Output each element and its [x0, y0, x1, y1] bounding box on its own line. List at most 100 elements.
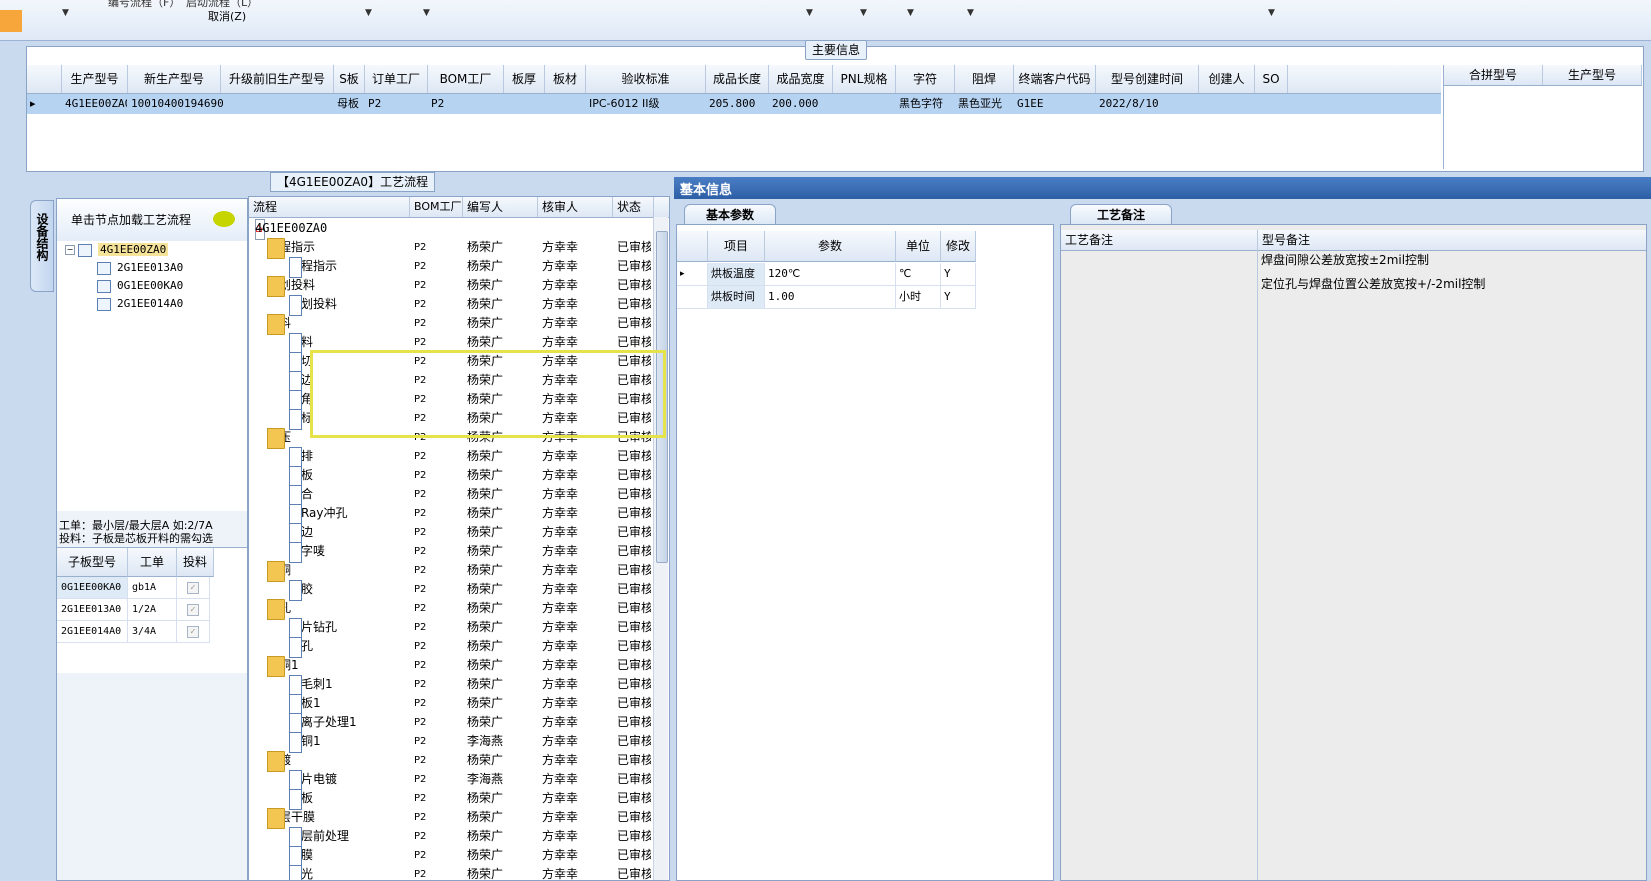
process-reviewer[interactable]: 方幸幸 [542, 599, 578, 618]
process-reviewer[interactable]: 方幸幸 [542, 295, 578, 314]
process-row[interactable]: −流程指示 P2 杨荣广 方幸幸 已审核 [249, 238, 651, 259]
process-status[interactable]: 已审核 [617, 504, 651, 523]
cell[interactable]: 2022/8/10 [1096, 94, 1199, 114]
chevron-down-icon[interactable]: ▼ [62, 8, 69, 18]
process-status[interactable]: 已审核 [617, 485, 651, 504]
sub-model-cell[interactable]: 2G1EE013A0 [57, 599, 128, 621]
process-writer[interactable]: 杨荣广 [467, 485, 503, 504]
param-unit[interactable]: 小时 [896, 286, 941, 309]
process-status[interactable]: 已审核 [617, 580, 651, 599]
process-step-node[interactable]: 烘板1 [289, 694, 321, 715]
process-status[interactable]: 已审核 [617, 542, 651, 561]
col-header[interactable]: 字符 [896, 65, 955, 93]
col-header[interactable]: 工艺备注 [1061, 230, 1257, 251]
process-row[interactable]: −外层干膜 P2 杨荣广 方幸幸 已审核 [249, 808, 651, 829]
process-bom[interactable]: P2 [414, 580, 426, 599]
process-reviewer[interactable]: 方幸幸 [542, 618, 578, 637]
process-reviewer[interactable]: 方幸幸 [542, 732, 578, 751]
cell[interactable]: IPC-6012 II级 [586, 94, 707, 114]
cell[interactable] [545, 94, 588, 114]
process-step-node[interactable]: 等离子处理1 [289, 713, 357, 734]
process-bom[interactable]: P2 [414, 466, 426, 485]
cell[interactable]: G1EE [1014, 94, 1097, 114]
process-reviewer[interactable]: 方幸幸 [542, 846, 578, 865]
process-status[interactable]: 已审核 [617, 732, 651, 751]
process-writer[interactable]: 杨荣广 [467, 808, 503, 827]
process-bom[interactable]: P2 [414, 276, 426, 295]
sub-model-cell[interactable]: 2G1EE014A0 [57, 621, 128, 643]
process-bom[interactable]: P2 [414, 694, 426, 713]
chevron-down-icon[interactable]: ▼ [860, 8, 867, 18]
process-writer[interactable]: 杨荣广 [467, 713, 503, 732]
process-reviewer[interactable]: 方幸幸 [542, 637, 578, 656]
tab-basic-params[interactable]: 基本参数 [684, 204, 776, 225]
chevron-down-icon[interactable]: ▼ [423, 8, 430, 18]
col-header[interactable]: 阻焊 [955, 65, 1014, 93]
cell[interactable] [221, 94, 334, 114]
col-header[interactable]: 子板型号 [57, 548, 128, 577]
process-bom[interactable]: P2 [414, 827, 426, 846]
process-bom[interactable]: P2 [414, 257, 426, 276]
col-header[interactable]: 成品宽度 [769, 65, 833, 93]
process-writer[interactable]: 杨荣广 [467, 314, 503, 333]
process-writer[interactable]: 杨荣广 [467, 694, 503, 713]
process-row[interactable]: 流程指示 P2 杨荣广 方幸幸 已审核 [249, 257, 651, 278]
cell[interactable] [1199, 94, 1257, 114]
cell[interactable]: 4G1EE00ZA0 [62, 94, 127, 114]
col-header[interactable]: 参数 [765, 231, 896, 262]
process-row[interactable]: −开料 P2 杨荣广 方幸幸 已审核 [249, 314, 651, 335]
process-step-node[interactable]: 钻孔 [289, 637, 313, 658]
process-status[interactable]: 已审核 [617, 295, 651, 314]
col-header[interactable]: 单位 [896, 231, 941, 262]
process-reviewer[interactable]: 方幸幸 [542, 751, 578, 770]
process-step-node[interactable]: 压合 [289, 485, 313, 506]
process-row[interactable]: 贴膜 P2 杨荣广 方幸幸 已审核 [249, 846, 651, 867]
chevron-down-icon[interactable]: ▼ [907, 8, 914, 18]
process-status[interactable]: 已审核 [617, 656, 651, 675]
process-bom[interactable]: P2 [414, 542, 426, 561]
chevron-down-icon[interactable]: ▼ [967, 8, 974, 18]
process-bom[interactable]: P2 [414, 637, 426, 656]
process-writer[interactable]: 杨荣广 [467, 542, 503, 561]
process-writer[interactable]: 杨荣广 [467, 618, 503, 637]
process-reviewer[interactable]: 方幸幸 [542, 276, 578, 295]
tree-node[interactable]: 2G1EE013A0 [97, 259, 183, 277]
col-header[interactable]: 型号备注 [1258, 230, 1646, 251]
process-reviewer[interactable]: 方幸幸 [542, 580, 578, 599]
process-status[interactable]: 已审核 [617, 808, 651, 827]
process-status[interactable]: 已审核 [617, 789, 651, 808]
model-note[interactable]: 定位孔与焊盘位置公差放宽按+/-2mil控制 [1261, 275, 1485, 292]
tree-node[interactable]: 0G1EE00KA0 [97, 277, 183, 295]
col-header[interactable]: 状态 [613, 197, 654, 217]
chevron-down-icon[interactable]: ▼ [806, 8, 813, 18]
process-status[interactable]: 已审核 [617, 618, 651, 637]
col-header[interactable]: 订单工厂 [365, 65, 428, 93]
process-status[interactable]: 已审核 [617, 713, 651, 732]
vertical-scrollbar[interactable] [653, 217, 668, 880]
process-row[interactable]: −电镀 P2 杨荣广 方幸幸 已审核 [249, 751, 651, 772]
process-bom[interactable]: P2 [414, 523, 426, 542]
process-row[interactable]: 压合 P2 杨荣广 方幸幸 已审核 [249, 485, 651, 506]
process-reviewer[interactable]: 方幸幸 [542, 447, 578, 466]
process-bom[interactable]: P2 [414, 485, 426, 504]
process-step-node[interactable]: 磨板 [289, 789, 313, 810]
process-writer[interactable]: 李海燕 [467, 770, 503, 789]
process-writer[interactable]: 杨荣广 [467, 466, 503, 485]
process-row[interactable]: −沉铜1 P2 杨荣广 方幸幸 已审核 [249, 656, 651, 677]
process-bom[interactable]: P2 [414, 675, 426, 694]
process-writer[interactable]: 杨荣广 [467, 827, 503, 846]
process-group-node[interactable]: −开料 [267, 314, 291, 335]
col-header[interactable]: 创建人 [1199, 65, 1255, 93]
process-row[interactable]: 铣边 P2 杨荣广 方幸幸 已审核 [249, 523, 651, 544]
menu-truncated-1[interactable]: 编号流程（F） [108, 0, 180, 10]
process-status[interactable]: 已审核 [617, 314, 651, 333]
process-status[interactable]: 已审核 [617, 827, 651, 846]
process-status[interactable]: 已审核 [617, 637, 651, 656]
table-row[interactable]: ▸ 4G1EE00ZA0 10010400194690 母板 P2 P2 IPC… [27, 94, 1441, 114]
tree-node-root[interactable]: − 4G1EE00ZA0 [65, 241, 169, 259]
process-step-node[interactable]: 流程指示 [289, 257, 337, 278]
process-row[interactable]: 外层前处理 P2 杨荣广 方幸幸 已审核 [249, 827, 651, 848]
col-header[interactable]: 终端客户代码 [1014, 65, 1096, 93]
process-status[interactable]: 已审核 [617, 447, 651, 466]
sub-order-cell[interactable]: 3/4A [128, 621, 177, 643]
